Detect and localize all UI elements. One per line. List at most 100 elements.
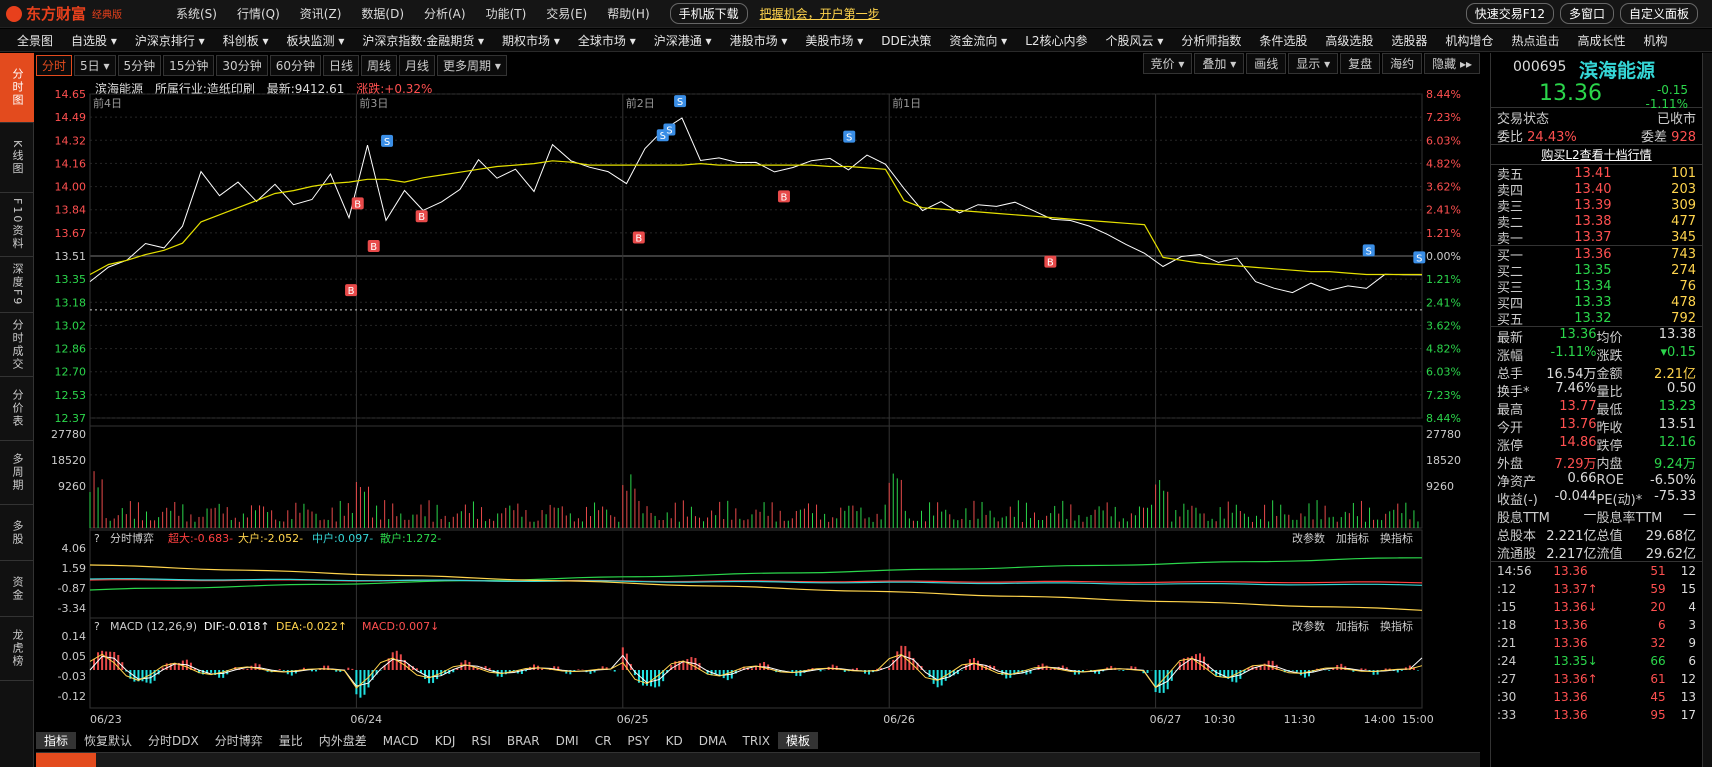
menu-quote[interactable]: 行情(Q) bbox=[237, 5, 280, 22]
period-button-7[interactable]: 周线 bbox=[361, 54, 398, 76]
tick-row[interactable]: :33 13.36 95 17 bbox=[1491, 706, 1702, 724]
nav-item-12[interactable]: 资金流向 ▾ bbox=[940, 32, 1016, 49]
stock-code: 000695 bbox=[1513, 59, 1567, 75]
menu-analysis[interactable]: 分析(A) bbox=[424, 5, 466, 22]
right-edge-scroll[interactable] bbox=[1702, 53, 1712, 767]
tool-button-6[interactable]: 隐藏 ▸▸ bbox=[1424, 53, 1480, 74]
nav-item-22[interactable]: 机构 bbox=[1634, 32, 1676, 49]
tick-row[interactable]: :24 13.35↓ 66 6 bbox=[1491, 652, 1702, 670]
tool-button-0[interactable]: 竞价 ▾ bbox=[1142, 53, 1193, 74]
tool-button-2[interactable]: 画线 bbox=[1246, 53, 1287, 74]
indicator-button-3[interactable]: 分时博弈 bbox=[207, 732, 271, 749]
left-tab-2[interactable]: F10资料 bbox=[0, 193, 34, 257]
nav-item-16[interactable]: 条件选股 bbox=[1250, 32, 1316, 49]
x-axis-label: 06/27 bbox=[1150, 713, 1182, 726]
period-button-0[interactable]: 分时 bbox=[36, 54, 73, 76]
left-tab-4[interactable]: 分时成交 bbox=[0, 313, 34, 377]
quick-trade-button[interactable]: 快速交易F12 bbox=[1465, 3, 1554, 24]
indicator-button-5[interactable]: 内外盘差 bbox=[311, 732, 375, 749]
multi-window-button[interactable]: 多窗口 bbox=[1559, 3, 1614, 24]
left-tab-3[interactable]: 深度F9 bbox=[0, 257, 34, 313]
indicator-button-9[interactable]: BRAR bbox=[499, 734, 548, 748]
indicator-button-1[interactable]: 恢复默认 bbox=[76, 732, 140, 749]
nav-item-14[interactable]: 个股风云 ▾ bbox=[1097, 32, 1173, 49]
indicator-button-2[interactable]: 分时DDX bbox=[140, 732, 207, 749]
period-button-8[interactable]: 月线 bbox=[399, 54, 436, 76]
indicator-button-0[interactable]: 指标 bbox=[36, 732, 77, 749]
l2-purchase-link[interactable]: 购买L2查看十档行情 bbox=[1491, 145, 1702, 165]
nav-item-6[interactable]: 期权市场 ▾ bbox=[493, 32, 569, 49]
indicator-button-13[interactable]: KD bbox=[658, 734, 691, 748]
indicator-button-15[interactable]: TRIX bbox=[735, 734, 778, 748]
menu-function[interactable]: 功能(T) bbox=[486, 5, 527, 22]
nav-item-1[interactable]: 自选股 ▾ bbox=[62, 32, 126, 49]
indicator-button-14[interactable]: DMA bbox=[691, 734, 735, 748]
indicator-button-6[interactable]: MACD bbox=[375, 734, 427, 748]
indicator-button-12[interactable]: PSY bbox=[619, 734, 657, 748]
mobile-download-button[interactable]: 手机版下载 bbox=[669, 3, 748, 24]
tick-row[interactable]: :18 13.36 6 3 bbox=[1491, 616, 1702, 634]
left-tab-1[interactable]: K线图 bbox=[0, 123, 34, 193]
nav-item-7[interactable]: 全球市场 ▾ bbox=[569, 32, 645, 49]
period-button-2[interactable]: 5分钟 bbox=[117, 54, 162, 76]
bottom-tab-active[interactable] bbox=[36, 753, 96, 767]
tick-list[interactable]: 14:56 13.36 51 12:12 13.37↑ 59 15:15 13.36↓ 20 4:… bbox=[1491, 562, 1702, 724]
tick-row[interactable]: :21 13.36 32 9 bbox=[1491, 634, 1702, 652]
period-button-4[interactable]: 30分钟 bbox=[216, 54, 268, 76]
period-button-6[interactable]: 日线 bbox=[322, 54, 359, 76]
indicator-button-16[interactable]: 模板 bbox=[777, 732, 818, 749]
left-tab-8[interactable]: 资金 bbox=[0, 561, 34, 617]
tick-row[interactable]: :27 13.36↑ 61 12 bbox=[1491, 670, 1702, 688]
stat-key: 收益(-) bbox=[1497, 492, 1538, 508]
left-tab-7[interactable]: 多股 bbox=[0, 505, 34, 561]
nav-item-17[interactable]: 高级选股 bbox=[1316, 32, 1382, 49]
nav-item-4[interactable]: 板块监测 ▾ bbox=[278, 32, 354, 49]
signal-letter: B bbox=[1047, 258, 1054, 269]
tick-row[interactable]: 14:56 13.36 51 12 bbox=[1491, 562, 1702, 580]
nav-item-2[interactable]: 沪深京排行 ▾ bbox=[126, 32, 214, 49]
menu-news[interactable]: 资讯(Z) bbox=[300, 5, 342, 22]
tool-button-3[interactable]: 显示 ▾ bbox=[1288, 53, 1339, 74]
tick-row[interactable]: :30 13.36 45 13 bbox=[1491, 688, 1702, 706]
period-button-5[interactable]: 60分钟 bbox=[269, 54, 321, 76]
left-tab-6[interactable]: 多周期 bbox=[0, 441, 34, 505]
nav-item-5[interactable]: 沪深京指数·金融期货 ▾ bbox=[353, 32, 493, 49]
bid-volume: 792 bbox=[1671, 310, 1696, 326]
indicator-button-10[interactable]: DMI bbox=[548, 734, 587, 748]
nav-item-11[interactable]: DDE决策 bbox=[872, 32, 940, 49]
nav-item-21[interactable]: 高成长性 bbox=[1568, 32, 1634, 49]
period-button-1[interactable]: 5日 ▾ bbox=[74, 54, 116, 76]
tool-button-5[interactable]: 海约 bbox=[1382, 53, 1423, 74]
chart-area[interactable]: 14.65 8.44% 14.49 7.23% 14.32 6.03% 14.16 4.82%… bbox=[36, 78, 1480, 730]
nav-item-13[interactable]: L2核心内参 bbox=[1016, 32, 1096, 49]
custom-panel-button[interactable]: 自定义面板 bbox=[1619, 3, 1698, 24]
tick-row[interactable]: :12 13.37↑ 59 15 bbox=[1491, 580, 1702, 598]
promo-link[interactable]: 把握机会，开户第一步 bbox=[760, 5, 880, 22]
indicator-button-11[interactable]: CR bbox=[587, 734, 620, 748]
tick-time: :24 bbox=[1497, 654, 1517, 668]
nav-item-9[interactable]: 港股市场 ▾ bbox=[721, 32, 797, 49]
menu-system[interactable]: 系统(S) bbox=[176, 5, 217, 22]
nav-item-10[interactable]: 美股市场 ▾ bbox=[796, 32, 872, 49]
nav-item-3[interactable]: 科创板 ▾ bbox=[214, 32, 278, 49]
tick-row[interactable]: :15 13.36↓ 20 4 bbox=[1491, 598, 1702, 616]
left-tab-5[interactable]: 分价表 bbox=[0, 377, 34, 441]
left-tab-9[interactable]: 龙虎榜 bbox=[0, 617, 34, 681]
nav-item-0[interactable]: 全景图 bbox=[0, 32, 62, 49]
menu-help[interactable]: 帮助(H) bbox=[607, 5, 649, 22]
left-tab-0[interactable]: 分时图 bbox=[0, 53, 34, 123]
indicator-button-7[interactable]: KDJ bbox=[427, 734, 464, 748]
period-button-9[interactable]: 更多周期 ▾ bbox=[437, 54, 507, 76]
nav-item-15[interactable]: 分析师指数 bbox=[1172, 32, 1250, 49]
menu-trade[interactable]: 交易(E) bbox=[546, 5, 587, 22]
nav-item-20[interactable]: 热点追击 bbox=[1502, 32, 1568, 49]
indicator-button-4[interactable]: 量比 bbox=[271, 732, 311, 749]
indicator-button-8[interactable]: RSI bbox=[463, 734, 499, 748]
nav-item-18[interactable]: 选股器 bbox=[1382, 32, 1436, 49]
nav-item-19[interactable]: 机构增仓 bbox=[1436, 32, 1502, 49]
nav-item-8[interactable]: 沪深港通 ▾ bbox=[645, 32, 721, 49]
tool-button-1[interactable]: 叠加 ▾ bbox=[1194, 53, 1245, 74]
period-button-3[interactable]: 15分钟 bbox=[163, 54, 215, 76]
menu-data[interactable]: 数据(D) bbox=[361, 5, 404, 22]
tool-button-4[interactable]: 复盘 bbox=[1340, 53, 1381, 74]
